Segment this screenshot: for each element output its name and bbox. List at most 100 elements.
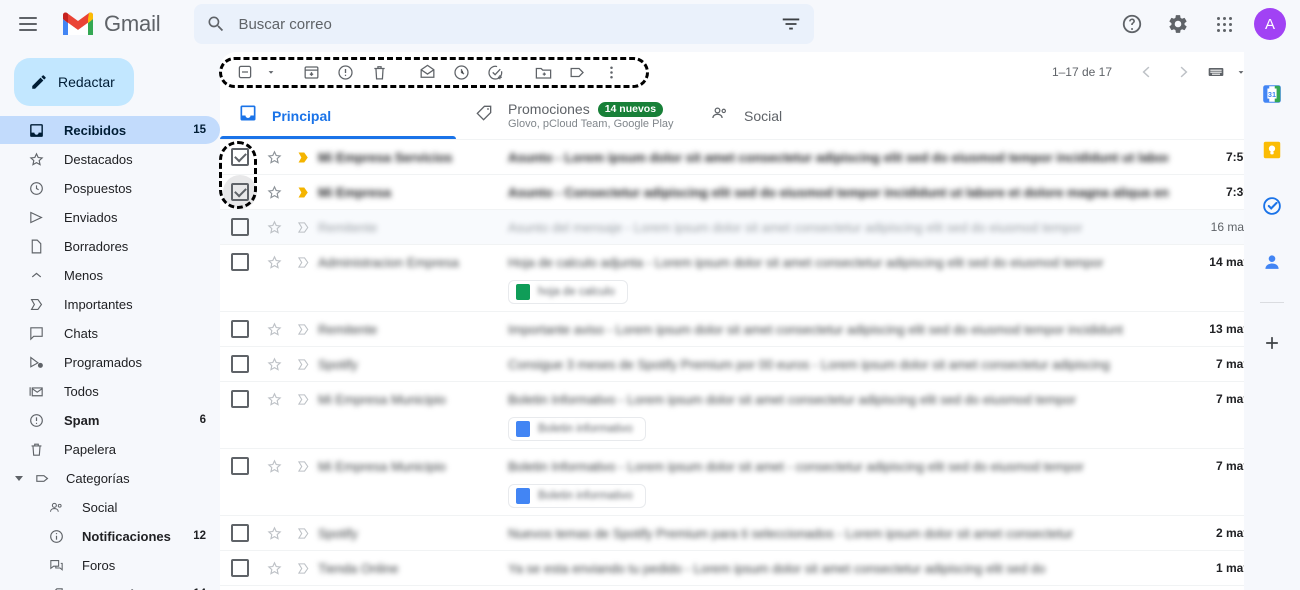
more-vertical-icon[interactable] <box>594 55 628 89</box>
table-row[interactable]: Spotify Consigue 3 meses de Spotify Prem… <box>220 347 1266 382</box>
star-icon[interactable] <box>260 312 288 346</box>
move-to-folder-icon[interactable] <box>526 55 560 89</box>
email-sender: Spotify <box>318 525 358 541</box>
star-icon[interactable] <box>260 140 288 174</box>
label-tag-icon[interactable] <box>560 55 594 89</box>
important-marker-icon[interactable] <box>288 551 318 585</box>
sidebar-item-menos[interactable]: Menos <box>0 261 220 289</box>
important-marker-icon[interactable] <box>288 245 318 279</box>
important-marker-icon <box>26 296 46 313</box>
row-checkbox[interactable] <box>220 449 260 483</box>
chevron-left-icon[interactable] <box>1130 55 1164 89</box>
row-checkbox[interactable] <box>220 347 260 381</box>
important-marker-icon[interactable] <box>288 175 318 209</box>
archive-icon[interactable] <box>294 55 328 89</box>
row-checkbox[interactable] <box>220 312 260 346</box>
star-icon[interactable] <box>260 382 288 416</box>
plus-icon[interactable] <box>1254 325 1290 361</box>
tune-filter-icon[interactable] <box>780 13 802 35</box>
chevron-right-icon[interactable] <box>1166 55 1200 89</box>
sidebar-item-importantes[interactable]: Importantes <box>0 290 220 318</box>
table-row[interactable]: Spotify Nuevos temas de Spotify Premium … <box>220 516 1266 551</box>
star-icon[interactable] <box>260 516 288 550</box>
gear-icon[interactable] <box>1158 4 1198 44</box>
table-row[interactable]: Mi Empresa Municipio Boletin Informativo… <box>220 382 1266 449</box>
search-bar[interactable] <box>194 4 815 44</box>
star-icon <box>26 151 46 168</box>
gmail-logo[interactable]: Gmail <box>60 10 161 38</box>
sidebar-item-notificaciones[interactable]: Notificaciones 12 <box>0 522 220 550</box>
sidebar-item-promociones[interactable]: Promociones 14 <box>0 580 220 590</box>
sidebar-item-count: 6 <box>199 414 206 426</box>
google-tasks-icon[interactable] <box>1254 188 1290 224</box>
table-row[interactable]: Remitente Importante aviso - Lorem ipsum… <box>220 312 1266 347</box>
star-icon[interactable] <box>260 347 288 381</box>
sidebar-item-spam[interactable]: Spam 6 <box>0 406 220 434</box>
sidebar-item-borradores[interactable]: Borradores <box>0 232 220 260</box>
sidebar-item-papelera[interactable]: Papelera <box>0 435 220 463</box>
row-checkbox[interactable] <box>220 516 260 550</box>
sidebar-item-chats[interactable]: Chats <box>0 319 220 347</box>
important-marker-icon[interactable] <box>288 382 318 416</box>
star-icon[interactable] <box>260 245 288 279</box>
add-to-tasks-icon[interactable] <box>478 55 512 89</box>
row-checkbox[interactable] <box>220 140 260 174</box>
sidebar-item-foros[interactable]: Foros <box>0 551 220 579</box>
important-marker-icon[interactable] <box>288 449 318 483</box>
row-checkbox[interactable] <box>220 551 260 585</box>
tab-principal[interactable]: Principal <box>220 92 456 139</box>
important-marker-icon[interactable] <box>288 347 318 381</box>
sidebar-item-enviados[interactable]: Enviados <box>0 203 220 231</box>
apps-grid-icon[interactable] <box>1204 4 1244 44</box>
star-icon[interactable] <box>260 551 288 585</box>
sidebar-item-destacados[interactable]: Destacados <box>0 145 220 173</box>
row-checkbox[interactable] <box>220 245 260 279</box>
attachment-chip[interactable]: Boletin informativo <box>508 484 646 508</box>
google-calendar-icon[interactable]: 31 <box>1254 76 1290 112</box>
table-row[interactable]: Administracion Empresa Hoja de calculo a… <box>220 245 1266 312</box>
avatar[interactable]: A <box>1254 8 1286 40</box>
compose-button[interactable]: Redactar <box>14 58 134 106</box>
document-file-icon <box>516 421 530 437</box>
sidebar-item-todos[interactable]: Todos <box>0 377 220 405</box>
star-icon[interactable] <box>260 175 288 209</box>
star-icon[interactable] <box>260 449 288 483</box>
table-row[interactable]: Tienda Online Ya se esta enviando tu ped… <box>220 551 1266 586</box>
report-spam-icon[interactable] <box>328 55 362 89</box>
tab-promociones[interactable]: Promociones 14 nuevos Glovo, pCloud Team… <box>456 92 692 139</box>
table-row[interactable]: Mi Empresa Servicios Asunto - Lorem ipsu… <box>220 140 1266 175</box>
mark-as-unread-icon[interactable] <box>410 55 444 89</box>
row-checkbox[interactable] <box>220 210 260 244</box>
chevron-down-icon[interactable] <box>12 473 26 483</box>
snooze-clock-icon[interactable] <box>444 55 478 89</box>
attachment-chip[interactable]: Boletin informativo <box>508 417 646 441</box>
row-checkbox[interactable] <box>220 175 260 209</box>
table-row[interactable]: Remitente Asunto del mensaje - Lorem ips… <box>220 210 1266 245</box>
table-row[interactable]: Mi Empresa Municipio Boletin Informativo… <box>220 449 1266 516</box>
table-row[interactable]: Mi Empresa Asunto - Consectetur adipisci… <box>220 175 1266 210</box>
sidebar-item-label: Todos <box>64 383 99 399</box>
star-icon[interactable] <box>260 210 288 244</box>
important-marker-icon[interactable] <box>288 140 318 174</box>
row-checkbox[interactable] <box>220 382 260 416</box>
tab-social[interactable]: Social <box>692 92 928 139</box>
google-keep-icon[interactable] <box>1254 132 1290 168</box>
hamburger-menu-icon[interactable] <box>8 4 48 44</box>
help-circle-icon[interactable] <box>1112 4 1152 44</box>
important-marker-icon[interactable] <box>288 210 318 244</box>
google-contacts-icon[interactable] <box>1254 244 1290 280</box>
sidebar-item-programados[interactable]: Programados <box>0 348 220 376</box>
sidebar-item-categorias[interactable]: Categorías <box>0 464 220 492</box>
sidebar-item-social[interactable]: Social <box>0 493 220 521</box>
sidebar-item-recibidos[interactable]: Recibidos 15 <box>0 116 220 144</box>
sidebar-item-pospuestos[interactable]: Pospuestos <box>0 174 220 202</box>
important-marker-icon[interactable] <box>288 516 318 550</box>
important-marker-icon[interactable] <box>288 312 318 346</box>
chevron-down-icon[interactable] <box>262 55 280 89</box>
keyboard-icon[interactable] <box>1202 55 1230 89</box>
trash-icon[interactable] <box>362 55 396 89</box>
email-subject: Nuevos temas de Spotify Premium para ti … <box>508 525 1074 541</box>
attachment-chip[interactable]: hoja de calculo <box>508 280 628 304</box>
search-input[interactable] <box>226 14 781 34</box>
select-all-checkbox-icon[interactable] <box>228 55 262 89</box>
